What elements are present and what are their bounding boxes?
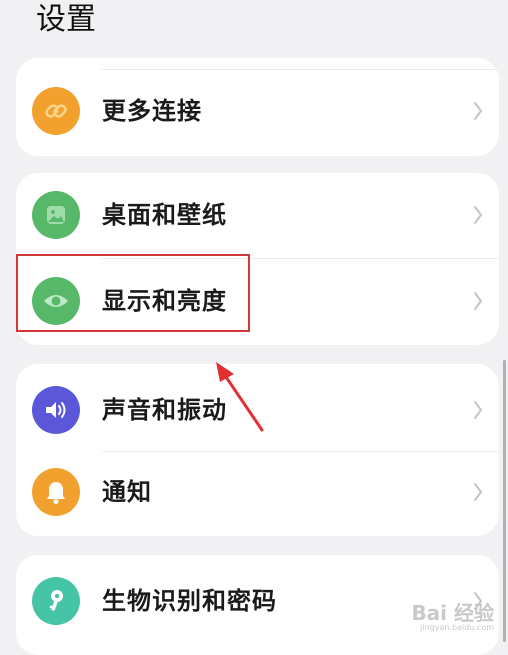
eye-icon <box>32 277 80 325</box>
bell-icon <box>32 468 80 516</box>
chevron-right-icon <box>474 592 483 610</box>
link-icon <box>32 87 80 135</box>
settings-item-label: 更多连接 <box>102 97 202 125</box>
chevron-right-icon <box>474 102 483 120</box>
chevron-right-icon <box>474 206 483 224</box>
settings-group-connections: 更多连接 <box>16 58 499 156</box>
speaker-icon <box>32 386 80 434</box>
chevron-right-icon <box>474 401 483 419</box>
settings-item-label: 通知 <box>102 478 152 506</box>
settings-item-display-brightness[interactable]: 显示和亮度 <box>16 259 499 343</box>
settings-item-desktop-wallpaper[interactable]: 桌面和壁纸 <box>16 173 499 257</box>
settings-item-biometrics-password[interactable]: 生物识别和密码 <box>16 559 499 643</box>
page-title: 设置 <box>36 2 96 37</box>
annotation-arrow-icon <box>216 362 264 432</box>
settings-item-label: 桌面和壁纸 <box>102 201 227 229</box>
settings-item-label: 生物识别和密码 <box>102 587 277 615</box>
settings-item-label: 显示和亮度 <box>102 287 227 315</box>
settings-item-notifications[interactable]: 通知 <box>16 450 499 534</box>
chevron-right-icon <box>474 292 483 310</box>
settings-item-more-connections[interactable]: 更多连接 <box>16 69 499 153</box>
wallpaper-icon <box>32 191 80 239</box>
key-icon <box>32 577 80 625</box>
settings-group-display: 桌面和壁纸 显示和亮度 <box>16 173 499 345</box>
settings-group-security: 生物识别和密码 <box>16 555 499 655</box>
chevron-right-icon <box>474 483 483 501</box>
scrollbar[interactable] <box>503 360 506 642</box>
